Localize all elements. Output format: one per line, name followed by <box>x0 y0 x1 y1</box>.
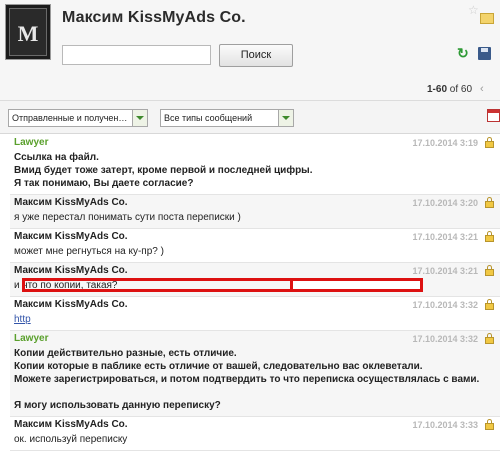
message-line: Вмид будет тоже затерт, кроме первой и п… <box>14 165 313 176</box>
message-body: может мне регнуться на ку-пр? ) <box>14 245 496 258</box>
lock-icon[interactable] <box>485 231 494 242</box>
message-line: Я так понимаю, Вы даете согласие? <box>14 178 194 189</box>
message-line: Копии действительно разные, есть отличие… <box>14 348 237 359</box>
message-line <box>14 386 496 399</box>
lock-icon[interactable] <box>485 419 494 430</box>
message-body: Копии действительно разные, есть отличие… <box>14 347 496 412</box>
message-body: я уже перестал понимать сути поста переп… <box>14 211 496 224</box>
avatar[interactable]: M <box>5 4 51 60</box>
star-icon[interactable]: ☆ <box>468 4 480 16</box>
message-item: Максим KissMyAds Co. 17.10.2014 3:33 ок. и… <box>10 417 500 451</box>
message-item: Lawyer 17.10.2014 3:32 Копии действительно… <box>10 331 500 417</box>
refresh-icon[interactable]: ↻ <box>457 46 470 60</box>
search-input[interactable] <box>62 45 211 65</box>
avatar-logo: M <box>17 21 39 46</box>
message-line: Можете зарегистрироваться, и потом подтв… <box>14 374 480 385</box>
lock-icon[interactable] <box>485 265 494 276</box>
page-title: Максим KissMyAds Co. <box>62 9 246 26</box>
lock-icon[interactable] <box>485 299 494 310</box>
prev-page-icon[interactable]: ‹ <box>480 83 484 95</box>
pager-range: 1-60 <box>427 84 448 95</box>
message-date: 17.10.2014 3:21 <box>412 232 478 242</box>
lock-icon[interactable] <box>485 197 494 208</box>
folder-icon[interactable] <box>480 13 494 24</box>
message-date: 17.10.2014 3:21 <box>412 266 478 276</box>
lock-icon[interactable] <box>485 137 494 148</box>
save-icon[interactable] <box>478 47 491 60</box>
message-date: 17.10.2014 3:20 <box>412 198 478 208</box>
message-date: 17.10.2014 3:19 <box>412 138 478 148</box>
avatar-frame: M <box>9 8 47 56</box>
message-item: Lawyer 17.10.2014 3:19 Ссылка на файл. Вмид… <box>10 135 500 195</box>
search-button[interactable]: Поиск <box>219 44 293 67</box>
calendar-icon[interactable] <box>487 109 500 122</box>
message-body: http <box>14 313 496 326</box>
message-item: Максим KissMyAds Co. 17.10.2014 3:32 http <box>10 297 500 331</box>
message-date: 17.10.2014 3:32 <box>412 300 478 310</box>
message-item: Максим KissMyAds Co. 17.10.2014 3:20 я уже… <box>10 195 500 229</box>
chevron-down-icon[interactable] <box>132 110 147 126</box>
message-line: Я могу использовать данную переписку? <box>14 400 221 411</box>
message-date: 17.10.2014 3:32 <box>412 334 478 344</box>
direction-filter-value: Отправленные и получен… <box>12 113 128 123</box>
message-link[interactable]: http <box>14 314 31 325</box>
redaction-box <box>22 278 294 292</box>
pager-text: 1-60 of 60 <box>427 84 472 95</box>
message-date: 17.10.2014 3:33 <box>412 420 478 430</box>
chevron-down-icon[interactable] <box>278 110 293 126</box>
message-line: ок. используй переписку <box>14 434 128 445</box>
header: M Максим KissMyAds Co. Поиск ☆ ↻ 1-60 of… <box>0 0 500 101</box>
direction-filter-select[interactable]: Отправленные и получен… <box>8 109 148 127</box>
pager-total: of 60 <box>449 84 473 95</box>
message-line: Копии которые в паблике есть отличие от … <box>14 361 423 372</box>
message-item: Максим KissMyAds Co. 17.10.2014 3:21 может… <box>10 229 500 263</box>
message-line: может мне регнуться на ку-пр? ) <box>14 246 164 257</box>
redaction-box <box>290 278 423 292</box>
type-filter-select[interactable]: Все типы сообщений <box>160 109 294 127</box>
message-line: Ссылка на файл. <box>14 152 99 163</box>
filter-toolbar: Отправленные и получен… Все типы сообщен… <box>0 101 500 134</box>
message-body: Ссылка на файл. Вмид будет тоже затерт, к… <box>14 151 496 190</box>
message-line: я уже перестал понимать сути поста переп… <box>14 212 241 223</box>
message-body: ок. используй переписку <box>14 433 496 446</box>
type-filter-value: Все типы сообщений <box>164 113 253 123</box>
lock-icon[interactable] <box>485 333 494 344</box>
